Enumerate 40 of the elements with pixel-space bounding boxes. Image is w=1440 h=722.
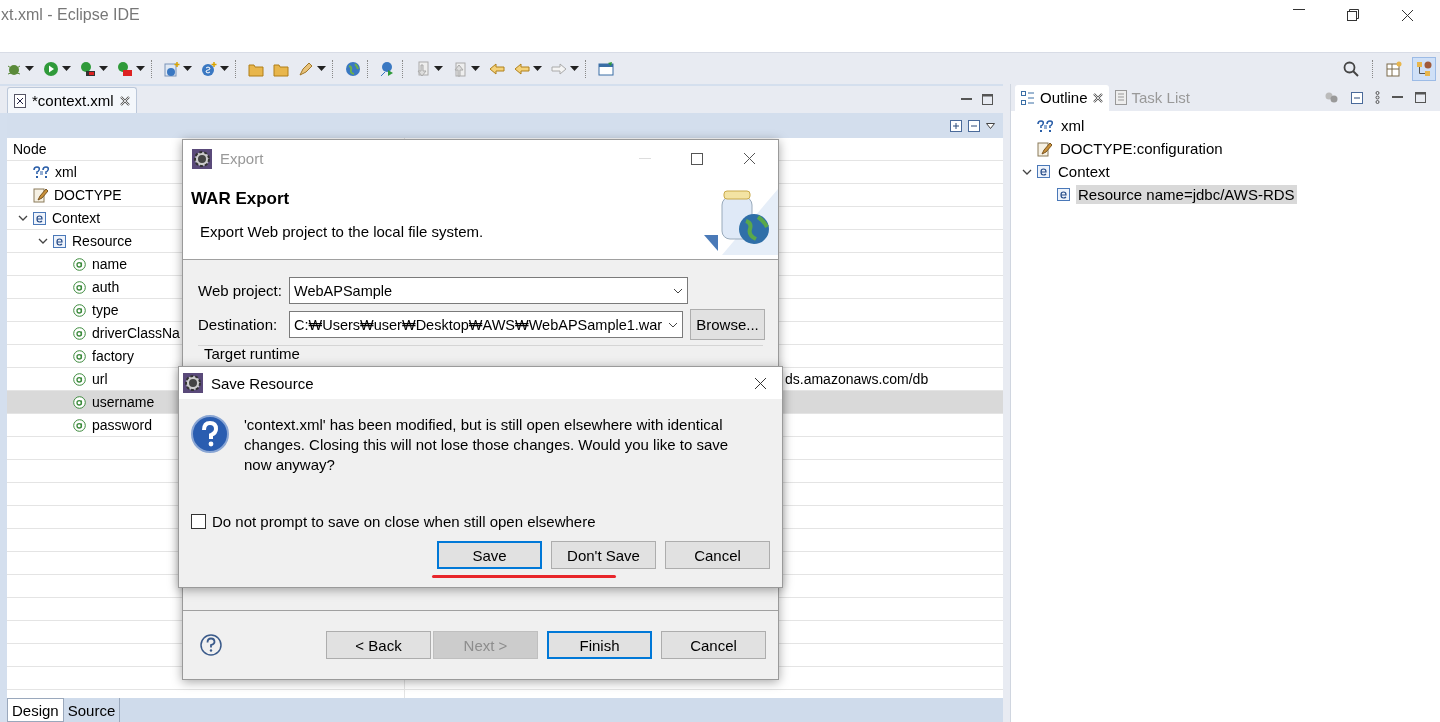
node-label: Resource [72, 233, 132, 249]
dialog-button[interactable]: Cancel [665, 541, 770, 569]
dialog-button[interactable]: Finish [547, 631, 652, 659]
tree-item[interactable]: Context [1056, 162, 1112, 181]
browse-button[interactable]: Browse... [690, 309, 765, 340]
dialog-heading: WAR Export [191, 189, 291, 209]
combo-box[interactable]: C:₩Users₩user₩Desktop₩AWS₩WebAPSample1.war [289, 311, 684, 338]
tree-item[interactable]: xml [1059, 116, 1087, 135]
node-label: DOCTYPE [54, 187, 122, 203]
dialog-title: Save Resource [211, 374, 315, 392]
tree-item[interactable]: Resource name=jdbc/AWS-RDS [1076, 185, 1297, 204]
dialog-button[interactable]: Cancel [661, 631, 766, 659]
node-label: type [92, 302, 119, 318]
dialog-title: Export [220, 150, 265, 167]
column-header: Node [13, 141, 47, 157]
view-tab[interactable]: Outline [1015, 84, 1109, 111]
combo-box[interactable]: WebAPSample [289, 277, 688, 304]
node-label: password [92, 417, 152, 433]
dialog-button[interactable]: Save [437, 541, 542, 569]
node-label: driverClassNa [92, 325, 180, 341]
node-label: url [92, 371, 108, 387]
value-cell: ds.amazonaws.com/db [785, 371, 929, 387]
node-label: xml [55, 164, 77, 180]
node-label: name [92, 256, 128, 272]
field-label: Web project: [198, 282, 283, 299]
node-label: username [92, 394, 155, 410]
field-label: Destination: [198, 316, 279, 333]
node-label: Context [52, 210, 101, 226]
page-tab[interactable]: Design [7, 698, 64, 722]
dialog-button[interactable]: Don't Save [551, 541, 656, 569]
page-tab[interactable]: Source [63, 698, 121, 722]
window-title: xt.xml - Eclipse IDE [0, 6, 141, 24]
dialog-description: Export Web project to the local file system. [199, 223, 485, 240]
dialog-button[interactable]: < Back [326, 631, 431, 659]
tree-item[interactable]: DOCTYPE:configuration [1058, 139, 1225, 158]
group-label: Target runtime [204, 345, 300, 362]
editor-tab[interactable]: *context.xml [7, 87, 137, 113]
node-label: factory [92, 348, 134, 364]
node-label: auth [92, 279, 120, 295]
checkbox-label: Do not prompt to save on close when still open elsewhere [212, 513, 596, 530]
